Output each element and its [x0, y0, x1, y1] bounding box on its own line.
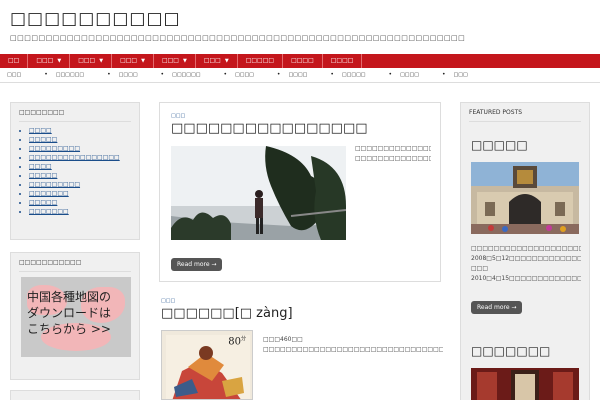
map-banner-line: 中国各種地図の	[27, 290, 112, 304]
nav-item[interactable]: □□□ ▼	[70, 54, 113, 68]
category-link[interactable]: □□□□□□□	[29, 207, 139, 216]
subnav-item-label: □□□	[7, 72, 22, 78]
site-title[interactable]: □□□□□□□□□□	[10, 6, 590, 32]
categories-widget-title: □□□□□□□□	[19, 109, 65, 116]
sub-navigation: □□□ • □□□□□□ • □□□□ • □□□□□□ • □□□□ • □□□□ • □□□□□ • □…	[0, 70, 600, 80]
door-photo	[471, 368, 579, 400]
nav-item-label: □□□□□	[245, 57, 275, 64]
widget-divider	[19, 121, 131, 122]
category-list: □□□□□□□□□□□□□□□□□□□□□□□□□□□□□□□□□□□□□□□□…	[11, 126, 139, 216]
nav-item[interactable]: □□□□	[283, 54, 323, 68]
nav-item[interactable]: □□□□	[323, 54, 363, 68]
nav-item-label: □□□	[120, 57, 138, 64]
read-more-button[interactable]: Read more →	[171, 258, 223, 271]
subnav-item-label: □□□□	[235, 72, 254, 78]
nav-item[interactable]: □□□ ▼	[28, 54, 71, 68]
category-link[interactable]: □□□□□	[29, 171, 139, 180]
bullet-icon: •	[160, 71, 165, 78]
category-link[interactable]: □□□□□	[29, 198, 139, 207]
subnav-item-label: □□□□	[400, 72, 419, 78]
sidebar-widget	[10, 390, 140, 400]
nav-item[interactable]: □□□ ▼	[112, 54, 154, 68]
map-banner-line: ダウンロードは	[27, 306, 112, 320]
bullet-icon: •	[276, 71, 281, 78]
nav-item-label: □□□□	[291, 57, 314, 64]
nav-item[interactable]: □□□ ▼	[196, 54, 238, 68]
category-link[interactable]: □□□□□□□□□□□□□□□□	[29, 153, 139, 162]
featured-posts-title: FEATURED POSTS	[469, 109, 523, 116]
bullet-icon: •	[223, 71, 227, 78]
subnav-item-label: □□□□□□	[55, 72, 85, 78]
subnav-item-label: □□□□	[288, 72, 308, 78]
category-link[interactable]: □□□□□□□	[29, 189, 139, 198]
map-download-banner[interactable]: 中国各種地図の ダウンロードは こちらから >>	[21, 277, 131, 357]
map-banner-line: こちらから >>	[27, 322, 111, 336]
temple-photo	[471, 162, 579, 234]
subnav-item[interactable]: • □□□□	[100, 70, 137, 80]
subnav-item[interactable]: • □□□	[435, 70, 468, 80]
category-link[interactable]: □□□□	[29, 126, 139, 135]
category-link[interactable]: □□□□	[29, 162, 139, 171]
chevron-down-icon: ▼	[224, 58, 229, 64]
subnav-item[interactable]: • □□□□□□	[37, 70, 84, 80]
nav-item[interactable]: □□	[0, 54, 29, 68]
bullet-icon: •	[388, 71, 393, 78]
bullet-icon: •	[441, 71, 446, 78]
featured-post-title[interactable]: □□□□□	[471, 138, 528, 152]
chevron-down-icon: ▼	[57, 58, 62, 64]
chevron-down-icon: ▼	[141, 58, 145, 64]
post-excerpt: □□□□□□□□□□□□□□□□□□6□8□□□□□□□□□□□□□□□□□□□…	[355, 145, 431, 162]
map-banner-text: 中国各種地図の ダウンロードは こちらから >>	[27, 289, 111, 337]
widget-divider	[469, 121, 581, 122]
nav-item-label: □□□	[78, 57, 96, 64]
chevron-down-icon: ▼	[99, 58, 104, 64]
post-category[interactable]: □□□	[161, 298, 175, 304]
nav-item-label: □□□	[203, 57, 221, 64]
map-widget: □□□□□□□□□□□ 中国各種地図の ダウンロードは こちらから >>	[10, 252, 140, 380]
map-widget-title: □□□□□□□□□□□	[19, 259, 82, 266]
site-description: □□□□□□□□□□□□□□□□□□□□□□□□□□□□□□□□□□□□□□□□…	[10, 34, 466, 42]
nav-item[interactable]: □□□□□	[238, 54, 284, 68]
category-link[interactable]: □□□□□□□□□	[29, 180, 139, 189]
read-more-button[interactable]: Read more →	[471, 301, 523, 314]
subnav-item-label: □□□□□	[341, 72, 366, 78]
nav-item[interactable]: □□□ ▼	[154, 54, 196, 68]
subnav-item-label: □□□	[453, 72, 468, 78]
subnav-item-label: □□□□	[118, 72, 138, 78]
main-navigation: □□ □□□ ▼ □□□ ▼ □□□ ▼ □□□ ▼ □□□ ▼ □□□□□ □□□□ □□□□	[0, 54, 600, 68]
post-thumbnail[interactable]	[171, 146, 346, 240]
bullet-icon: •	[330, 71, 334, 78]
post-title[interactable]: □□□□□□[□ zàng]	[161, 306, 293, 321]
subnav-item[interactable]: □□□	[0, 70, 21, 80]
category-link[interactable]: □□□□□□□□□	[29, 144, 139, 153]
site-header: □□□□□□□□□□ □□□□□□□□□□□□□□□□□□□□□□□□□□□□□…	[10, 6, 590, 42]
subnav-item-label: □□□□□□	[172, 72, 201, 78]
featured-post-thumbnail[interactable]	[471, 368, 579, 400]
subnav-item[interactable]: • □□□□□□	[154, 70, 201, 80]
bullet-icon: •	[107, 71, 111, 78]
category-link[interactable]: □□□□□	[29, 135, 139, 144]
post-category[interactable]: □□□	[171, 113, 185, 119]
subnav-item[interactable]: • □□□□	[382, 70, 419, 80]
post-excerpt: □□□460□□ □□□□□□□□□□□□□□□□□□□□□□□□□□□□□□□…	[263, 336, 443, 353]
subnav-item[interactable]: • □□□□	[270, 70, 307, 80]
featured-post-thumbnail[interactable]	[471, 162, 579, 234]
bullet-icon: •	[44, 71, 48, 78]
nav-divider	[0, 82, 600, 83]
stamp-value: 80分	[228, 336, 246, 348]
featured-post-title[interactable]: □□□□□□□	[471, 344, 550, 358]
subnav-item[interactable]: • □□□□	[216, 70, 253, 80]
post-thumbnail[interactable]: 80分	[161, 330, 253, 400]
nav-item-label: □□□□	[330, 57, 354, 64]
chevron-down-icon: ▼	[182, 58, 187, 64]
widget-divider	[19, 271, 131, 272]
nav-item-label: □□	[8, 57, 20, 64]
nav-item-label: □□□	[161, 57, 179, 64]
nav-item-label: □□□	[36, 57, 54, 64]
trees-road-photo	[171, 146, 346, 240]
post-title[interactable]: □□□□□□□□□□□□□□□□	[171, 121, 368, 136]
categories-widget: □□□□□□□□ □□□□□□□□□□□□□□□□□□□□□□□□□□□□□□□…	[10, 102, 140, 240]
subnav-item[interactable]: • □□□□□	[323, 70, 365, 80]
featured-post-excerpt: □□□□□□□□□□□□□□□□□□□□□□□□□□□□□□□□□□□□□ 20…	[471, 245, 581, 282]
